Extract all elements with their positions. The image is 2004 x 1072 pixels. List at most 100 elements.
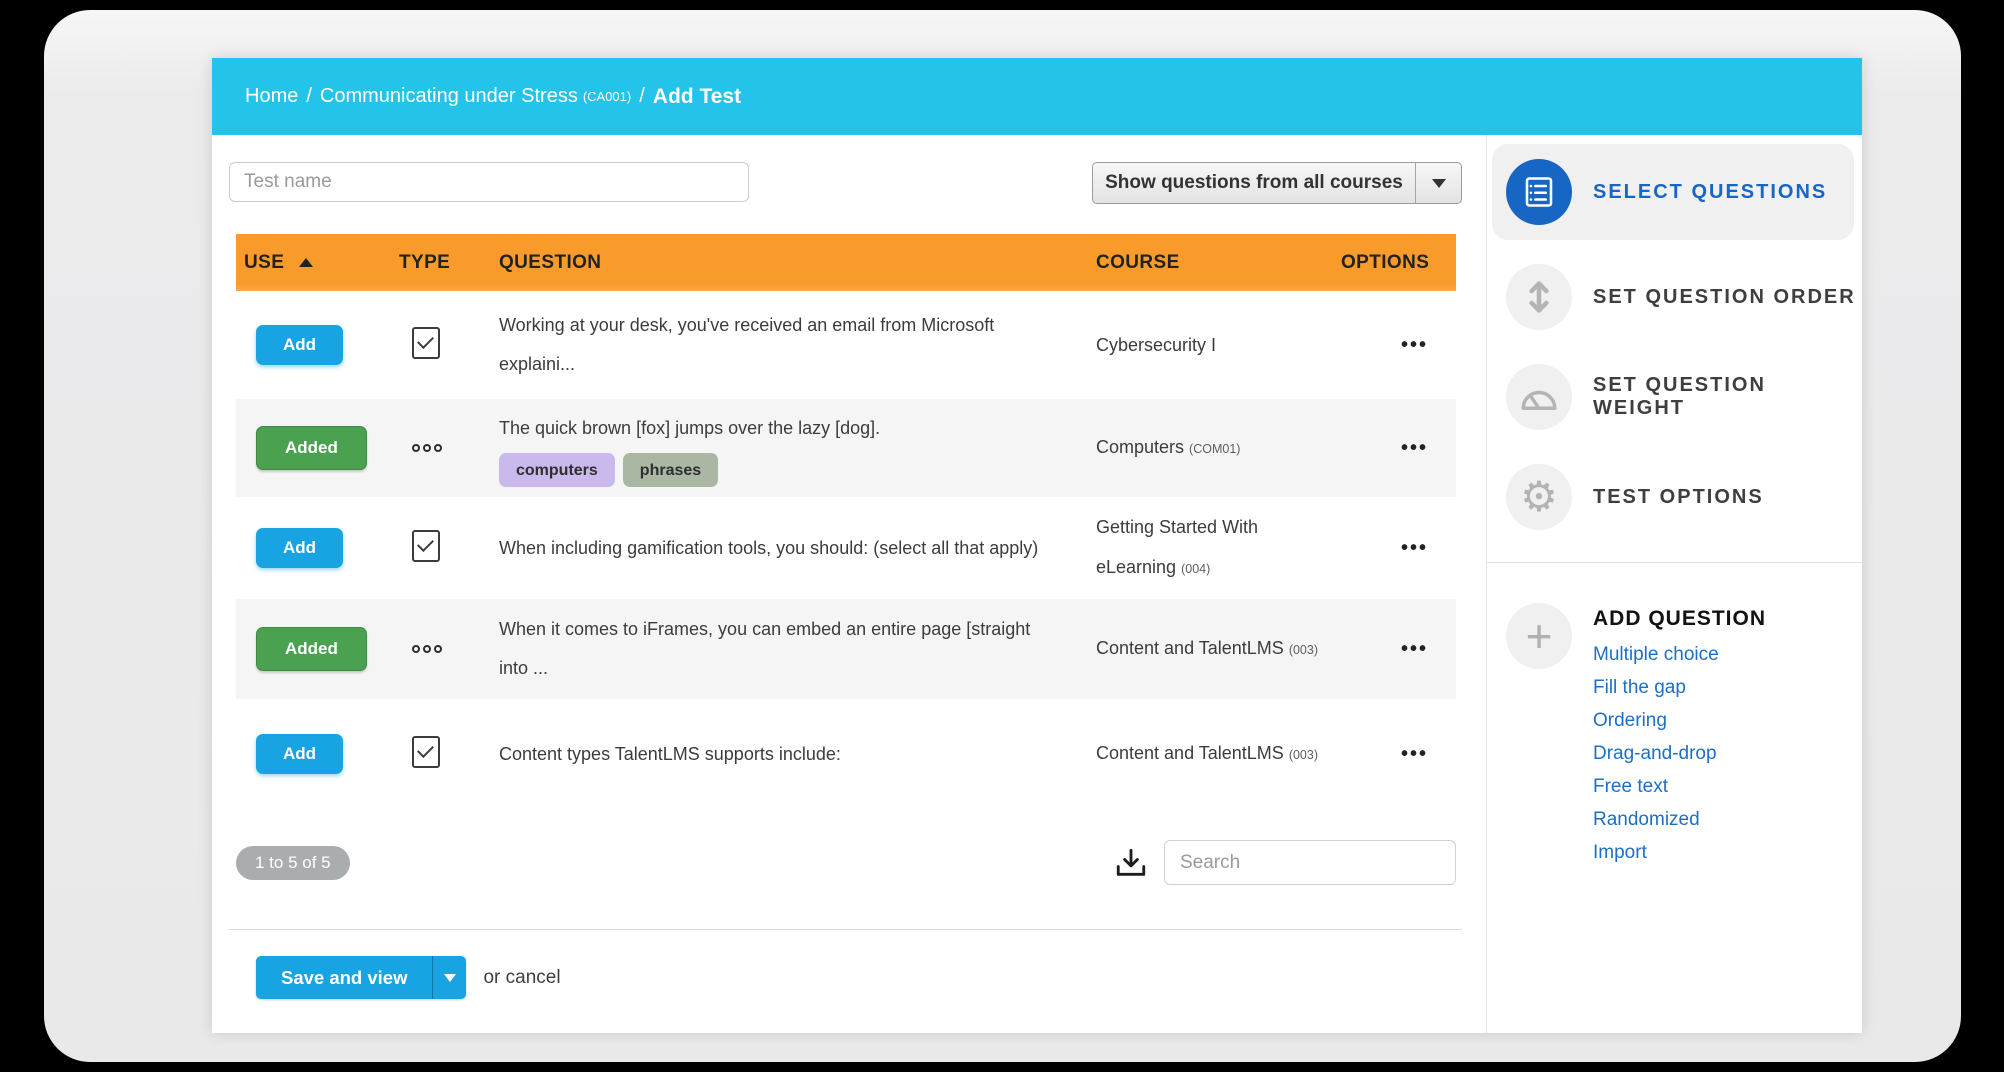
multiple-choice-type-icon	[412, 736, 440, 768]
course-name: Getting Started With eLearning	[1096, 517, 1258, 577]
sidebar-item-set-question-weight[interactable]: SET QUESTION WEIGHT	[1487, 347, 1862, 447]
column-header-type: TYPE	[399, 252, 499, 274]
sort-ascending-icon	[299, 258, 313, 267]
course-code: (004)	[1181, 562, 1210, 576]
added-question-button[interactable]: Added	[256, 426, 367, 470]
row-options-menu-icon[interactable]: •••	[1401, 537, 1428, 559]
save-and-view-button[interactable]: Save and view	[256, 956, 466, 999]
gear-icon: ⚙	[1506, 464, 1572, 530]
question-tags: computers phrases	[499, 453, 1096, 487]
add-free-text-link[interactable]: Free text	[1593, 770, 1766, 803]
sidebar-item-label: TEST OPTIONS	[1593, 486, 1764, 509]
save-options-caret-button[interactable]	[432, 956, 466, 999]
or-label: or	[483, 967, 500, 988]
sidebar-item-label: SET QUESTION WEIGHT	[1593, 374, 1862, 420]
chevron-down-icon	[1432, 179, 1446, 188]
add-question-title: ADD QUESTION	[1593, 607, 1766, 631]
checklist-icon	[1506, 159, 1572, 225]
add-question-to-test-button[interactable]: Add	[256, 528, 343, 568]
multiple-choice-type-icon	[412, 327, 440, 359]
column-header-use[interactable]: USE	[236, 252, 399, 274]
gauge-icon	[1506, 364, 1572, 430]
add-test-window: Home / Communicating under Stress (CA001…	[212, 58, 1862, 1033]
save-and-view-label: Save and view	[256, 956, 432, 999]
breadcrumb-course-code: (CA001)	[583, 89, 631, 104]
sidebar-item-select-questions[interactable]: SELECT QUESTIONS	[1492, 144, 1854, 240]
question-text: When including gamification tools, you s…	[499, 529, 1096, 568]
multiple-choice-type-icon	[412, 530, 440, 562]
add-question-to-test-button[interactable]: Add	[256, 734, 343, 774]
add-multiple-choice-link[interactable]: Multiple choice	[1593, 638, 1766, 671]
course-code: (003)	[1289, 643, 1318, 657]
cancel-link[interactable]: cancel	[506, 967, 561, 988]
course-name: Computers	[1096, 437, 1184, 457]
sidebar-item-label: SET QUESTION ORDER	[1593, 286, 1856, 309]
test-steps-sidebar: SELECT QUESTIONS SET QUESTION ORDER	[1486, 135, 1862, 1033]
breadcrumb: Home / Communicating under Stress (CA001…	[212, 58, 1862, 135]
add-question-section: + ADD QUESTION Multiple choice Fill the …	[1487, 603, 1862, 869]
tag-badge: phrases	[623, 453, 718, 487]
search-input[interactable]	[1164, 840, 1456, 885]
add-randomized-link[interactable]: Randomized	[1593, 803, 1766, 836]
plus-glyph: +	[1526, 613, 1553, 659]
sidebar-item-set-question-order[interactable]: SET QUESTION ORDER	[1487, 247, 1862, 347]
gear-glyph: ⚙	[1520, 476, 1558, 518]
sidebar-item-test-options[interactable]: ⚙ TEST OPTIONS	[1487, 447, 1862, 547]
add-fill-the-gap-link[interactable]: Fill the gap	[1593, 671, 1766, 704]
course-filter-label: Show questions from all courses	[1093, 163, 1415, 203]
course-code: (COM01)	[1189, 442, 1240, 456]
add-drag-and-drop-link[interactable]: Drag-and-drop	[1593, 737, 1766, 770]
breadcrumb-home-link[interactable]: Home	[245, 85, 298, 108]
breadcrumb-separator: /	[306, 85, 312, 108]
row-options-menu-icon[interactable]: •••	[1401, 437, 1428, 459]
question-text: Working at your desk, you've received an…	[499, 306, 1096, 345]
table-header: USE TYPE QUESTION COURSE OPTIONS	[236, 234, 1456, 291]
pagination-status: 1 to 5 of 5	[236, 846, 350, 880]
order-arrows-icon	[1506, 264, 1572, 330]
page-title: Add Test	[653, 85, 741, 109]
course-name: Cybersecurity I	[1096, 335, 1216, 355]
course-name: Content and TalentLMS	[1096, 638, 1284, 658]
add-import-link[interactable]: Import	[1593, 836, 1766, 869]
plus-icon: +	[1506, 603, 1572, 669]
questions-table: USE TYPE QUESTION COURSE OPTIONS Add	[236, 234, 1456, 809]
question-text: The quick brown [fox] jumps over the laz…	[499, 409, 1096, 448]
row-options-menu-icon[interactable]: •••	[1401, 743, 1428, 765]
breadcrumb-separator: /	[639, 85, 645, 108]
course-name: Content and TalentLMS	[1096, 743, 1284, 763]
fill-the-gap-type-icon	[412, 444, 442, 452]
added-question-button[interactable]: Added	[256, 627, 367, 671]
divider	[1487, 562, 1862, 563]
table-row: Add Working at your desk, you've receive…	[236, 291, 1456, 399]
question-text: Content types TalentLMS supports include…	[499, 735, 1096, 774]
row-options-menu-icon[interactable]: •••	[1401, 334, 1428, 356]
question-text: into ...	[499, 649, 1096, 688]
column-header-options: OPTIONS	[1341, 252, 1456, 274]
chevron-down-icon	[444, 974, 456, 982]
course-code: (003)	[1289, 748, 1318, 762]
question-selection-panel: Show questions from all courses USE	[212, 135, 1486, 1033]
course-filter-dropdown[interactable]: Show questions from all courses	[1092, 162, 1462, 204]
screen: Home / Communicating under Stress (CA001…	[0, 0, 2004, 1072]
row-options-menu-icon[interactable]: •••	[1401, 638, 1428, 660]
export-download-icon[interactable]	[1114, 847, 1148, 879]
divider	[229, 929, 1462, 930]
question-text: When it comes to iFrames, you can embed …	[499, 610, 1096, 649]
table-row: Added The quick brown [fox] jumps over t…	[236, 399, 1456, 497]
tag-badge: computers	[499, 453, 615, 487]
add-question-to-test-button[interactable]: Add	[256, 325, 343, 365]
test-name-input[interactable]	[229, 162, 749, 202]
course-filter-caret-button[interactable]	[1415, 163, 1461, 203]
column-header-use-label: USE	[244, 252, 284, 274]
add-ordering-link[interactable]: Ordering	[1593, 704, 1766, 737]
table-row: Added When it comes to iFrames, you can …	[236, 599, 1456, 699]
table-row: Add Content types TalentLMS supports inc…	[236, 699, 1456, 809]
table-row: Add When including gamification tools, y…	[236, 497, 1456, 599]
breadcrumb-course-link[interactable]: Communicating under Stress	[320, 85, 578, 108]
sidebar-item-label: SELECT QUESTIONS	[1593, 181, 1827, 204]
question-text: explaini...	[499, 345, 1096, 384]
device-frame: Home / Communicating under Stress (CA001…	[44, 10, 1961, 1062]
column-header-course: COURSE	[1096, 252, 1341, 274]
fill-the-gap-type-icon	[412, 645, 442, 653]
column-header-question: QUESTION	[499, 252, 1096, 274]
